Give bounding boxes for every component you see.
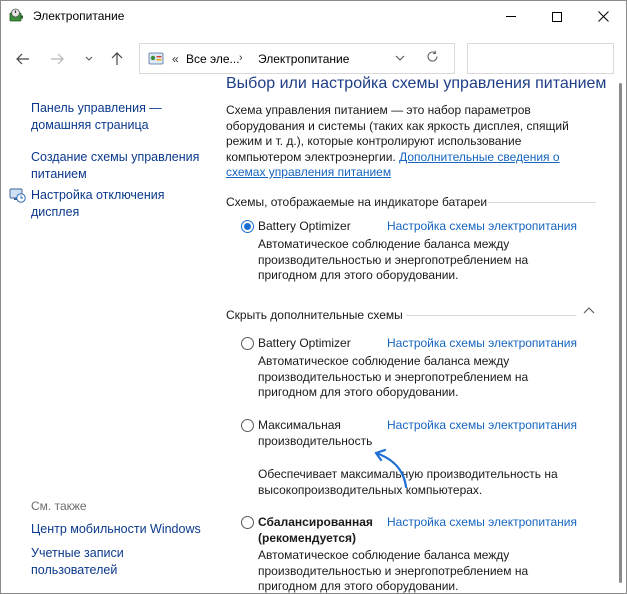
intro-line: компьютером электроэнергии. <box>226 149 400 164</box>
plan-name-line1: Максимальная <box>258 418 341 432</box>
chevron-down-icon <box>395 55 405 61</box>
plan-description: Автоматическое соблюдение баланса между … <box>258 237 558 284</box>
close-icon <box>597 11 609 22</box>
user-accounts-line1: Учетные записи <box>31 546 124 560</box>
refresh-button[interactable] <box>426 50 439 67</box>
create-power-plan-link[interactable]: Создание схемы управления питанием <box>31 149 199 183</box>
plan-desc-line: Автоматическое соблюдение баланса между <box>258 237 510 251</box>
section-divider <box>488 202 596 203</box>
power-options-icon <box>9 8 23 22</box>
plan-description: Автоматическое соблюдение баланса между … <box>258 548 558 593</box>
left-pane: Панель управления — домашняя страница Со… <box>1 77 216 593</box>
plan-desc-line: пригодном для этого оборудовании. <box>258 579 459 593</box>
user-accounts-line2: пользователей <box>31 563 118 577</box>
page-title: Выбор или настройка схемы управления пит… <box>226 75 607 92</box>
address-bar[interactable]: « Все эле... › Электропитание <box>139 43 455 74</box>
plan-name[interactable]: Сбалансированная (рекомендуется) <box>258 515 388 546</box>
plan-settings-link[interactable]: Настройка схемы электропитания <box>387 418 577 432</box>
section-divider <box>406 315 576 316</box>
main-content: Выбор или настройка схемы управления пит… <box>226 75 614 593</box>
plan-radio[interactable] <box>241 220 254 233</box>
breadcrumb-all-items[interactable]: Все эле... <box>186 52 240 66</box>
search-input[interactable] <box>467 43 614 74</box>
back-button[interactable] <box>13 49 33 69</box>
plan-desc-line: производительностью и энергопотреблением… <box>258 252 529 267</box>
battery-plans-section-title: Схемы, отображаемые на индикаторе батаре… <box>226 195 488 209</box>
user-accounts-link[interactable]: Учетные записи пользователей <box>31 545 124 579</box>
display-off-line2: дисплея <box>31 205 80 219</box>
plan-radio[interactable] <box>241 419 254 432</box>
up-button[interactable] <box>107 49 127 69</box>
plan-desc-line: Автоматическое соблюдение баланса между <box>258 354 510 368</box>
plan-name[interactable]: Battery Optimizer <box>258 336 388 352</box>
control-panel-icon <box>148 52 164 65</box>
arrow-right-icon <box>51 53 64 65</box>
intro-text: Схема управления питанием — это набор па… <box>226 103 576 181</box>
chevron-up-icon[interactable] <box>583 305 595 317</box>
maximize-icon <box>552 11 562 22</box>
plan-radio[interactable] <box>241 337 254 350</box>
breadcrumb-power-options[interactable]: Электропитание <box>258 52 349 66</box>
plan-description: Автоматическое соблюдение баланса между … <box>258 354 558 401</box>
plan-desc-line: Автоматическое соблюдение баланса между <box>258 548 510 562</box>
refresh-icon <box>427 50 438 62</box>
display-off-line1: Настройка отключения <box>31 188 165 202</box>
plan-desc-line: пригодном для этого оборудовании. <box>258 385 459 399</box>
arrow-left-icon <box>16 53 29 65</box>
plan-desc-line: пригодном для этого оборудовании. <box>258 268 459 282</box>
see-also-heading: См. также <box>31 499 87 513</box>
title-bar: Электропитание <box>1 1 626 32</box>
plan-settings-link[interactable]: Настройка схемы электропитания <box>387 336 577 350</box>
plan-name-line1: Сбалансированная <box>258 515 373 529</box>
forward-button[interactable] <box>47 49 67 69</box>
display-clock-icon <box>9 188 26 203</box>
minimize-button[interactable] <box>488 1 534 32</box>
display-off-settings-link[interactable]: Настройка отключения дисплея <box>31 187 165 221</box>
breadcrumb-separator-icon[interactable]: › <box>239 52 243 64</box>
intro-line: оборудования и системы (таких как яркост… <box>226 118 569 133</box>
maximize-button[interactable] <box>534 1 580 32</box>
create-power-plan-line1: Создание схемы управления <box>31 150 200 164</box>
scrollbar-thumb[interactable] <box>619 83 622 583</box>
create-power-plan-line2: питанием <box>31 167 87 181</box>
navigation-bar: « Все эле... › Электропитание <box>1 41 626 77</box>
address-dropdown-button[interactable] <box>395 52 405 64</box>
more-info-link-part1: Дополнительные сведения о <box>399 149 560 164</box>
mobility-center-link[interactable]: Центр мобильности Windows <box>31 521 201 538</box>
chevron-down-icon <box>85 56 93 61</box>
recent-locations-button[interactable] <box>79 49 99 69</box>
plan-name[interactable]: Battery Optimizer <box>258 219 388 235</box>
hidden-plans-section-title: Скрыть дополнительные схемы <box>226 308 403 322</box>
intro-line: режим и т. д.), которые контролируют исп… <box>226 134 522 148</box>
breadcrumb-overflow[interactable]: « <box>172 52 179 66</box>
intro-line: Схема управления питанием — это набор па… <box>226 103 531 117</box>
plan-radio[interactable] <box>241 516 254 529</box>
control-panel-home-line1: Панель управления — <box>31 101 162 115</box>
plan-name-line2: (рекомендуется) <box>258 530 357 545</box>
arrow-up-icon <box>111 52 123 65</box>
plan-desc-line: производительностью и энергопотреблением… <box>258 563 529 578</box>
close-button[interactable] <box>580 1 626 32</box>
more-info-link-part2: схемах управления питанием <box>226 165 392 179</box>
plan-settings-link[interactable]: Настройка схемы электропитания <box>387 219 577 233</box>
control-panel-home-link[interactable]: Панель управления — домашняя страница <box>31 100 162 134</box>
plan-settings-link[interactable]: Настройка схемы электропитания <box>387 515 577 529</box>
window-title: Электропитание <box>33 9 125 23</box>
window: Электропитание « Все эле... › Электропит… <box>0 0 627 594</box>
plan-desc-line: производительностью и энергопотреблением… <box>258 369 529 384</box>
minimize-icon <box>506 16 516 17</box>
annotation-arrow-icon <box>374 448 408 489</box>
control-panel-home-line2: домашняя страница <box>31 118 149 132</box>
